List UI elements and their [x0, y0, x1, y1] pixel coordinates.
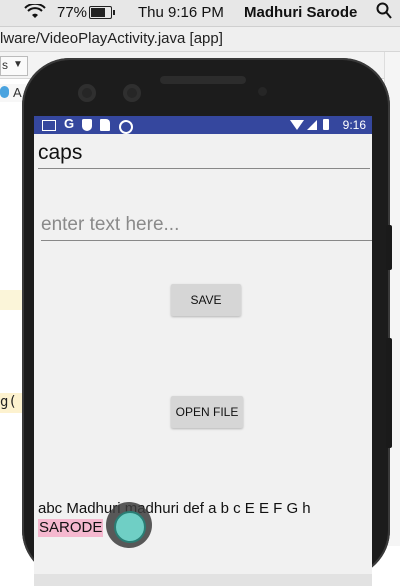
google-icon: G	[64, 116, 75, 131]
ide-window-title: lware/VideoPlayActivity.java [app]	[0, 27, 400, 52]
phone-screen: G 9:16 caps enter text here... SAVE OPEN…	[34, 116, 372, 586]
wifi-icon[interactable]	[24, 2, 46, 24]
front-camera-icon	[123, 84, 141, 102]
ide-tab-label: A	[13, 85, 22, 100]
proximity-sensor	[258, 87, 267, 96]
open-file-button[interactable]: OPEN FILE	[171, 396, 243, 428]
user-menu[interactable]: Madhuri Sarode	[244, 4, 357, 21]
android-status-bar: G 9:16	[34, 116, 372, 134]
sd-card-icon	[100, 119, 110, 131]
battery-icon[interactable]	[89, 6, 115, 19]
caps-text-field[interactable]: caps	[38, 140, 370, 169]
save-button[interactable]: SAVE	[171, 284, 241, 316]
text-input[interactable]: enter text here...	[41, 210, 372, 241]
status-time: 9:16	[342, 118, 366, 132]
wifi-icon	[290, 120, 304, 130]
power-button[interactable]	[386, 225, 392, 270]
chevron-down-icon: ▼	[13, 59, 23, 70]
menu-clock[interactable]: Thu 9:16 PM	[138, 4, 224, 21]
signal-icon	[307, 120, 317, 130]
run-config-dropdown[interactable]: s ▼	[0, 56, 28, 76]
input-placeholder: enter text here...	[41, 214, 180, 235]
ide-file-path: lware/VideoPlayActivity.java [app]	[0, 30, 223, 47]
phone-speaker	[160, 76, 246, 84]
navigation-bar	[34, 574, 372, 586]
gmail-icon	[42, 120, 56, 131]
touch-indicator-icon	[114, 511, 146, 543]
front-camera-icon	[78, 84, 96, 102]
sync-icon	[119, 120, 133, 134]
volume-button[interactable]	[386, 338, 392, 448]
file-icon	[0, 86, 9, 98]
code-fragment[interactable]: g(	[0, 394, 17, 410]
mac-menu-bar: 77% Thu 9:16 PM Madhuri Sarode	[0, 0, 400, 27]
caps-value: caps	[38, 141, 83, 164]
battery-icon	[323, 119, 329, 130]
file-content-text: abc Madhuri madhuri def a b c E E F G h	[38, 500, 311, 517]
selected-text[interactable]: SARODE	[38, 519, 104, 537]
battery-percent: 77%	[57, 4, 88, 21]
emulator-phone: G 9:16 caps enter text here... SAVE OPEN…	[22, 58, 390, 586]
shield-icon	[82, 119, 92, 131]
run-config-label: s	[2, 58, 8, 72]
search-icon[interactable]	[376, 2, 392, 25]
